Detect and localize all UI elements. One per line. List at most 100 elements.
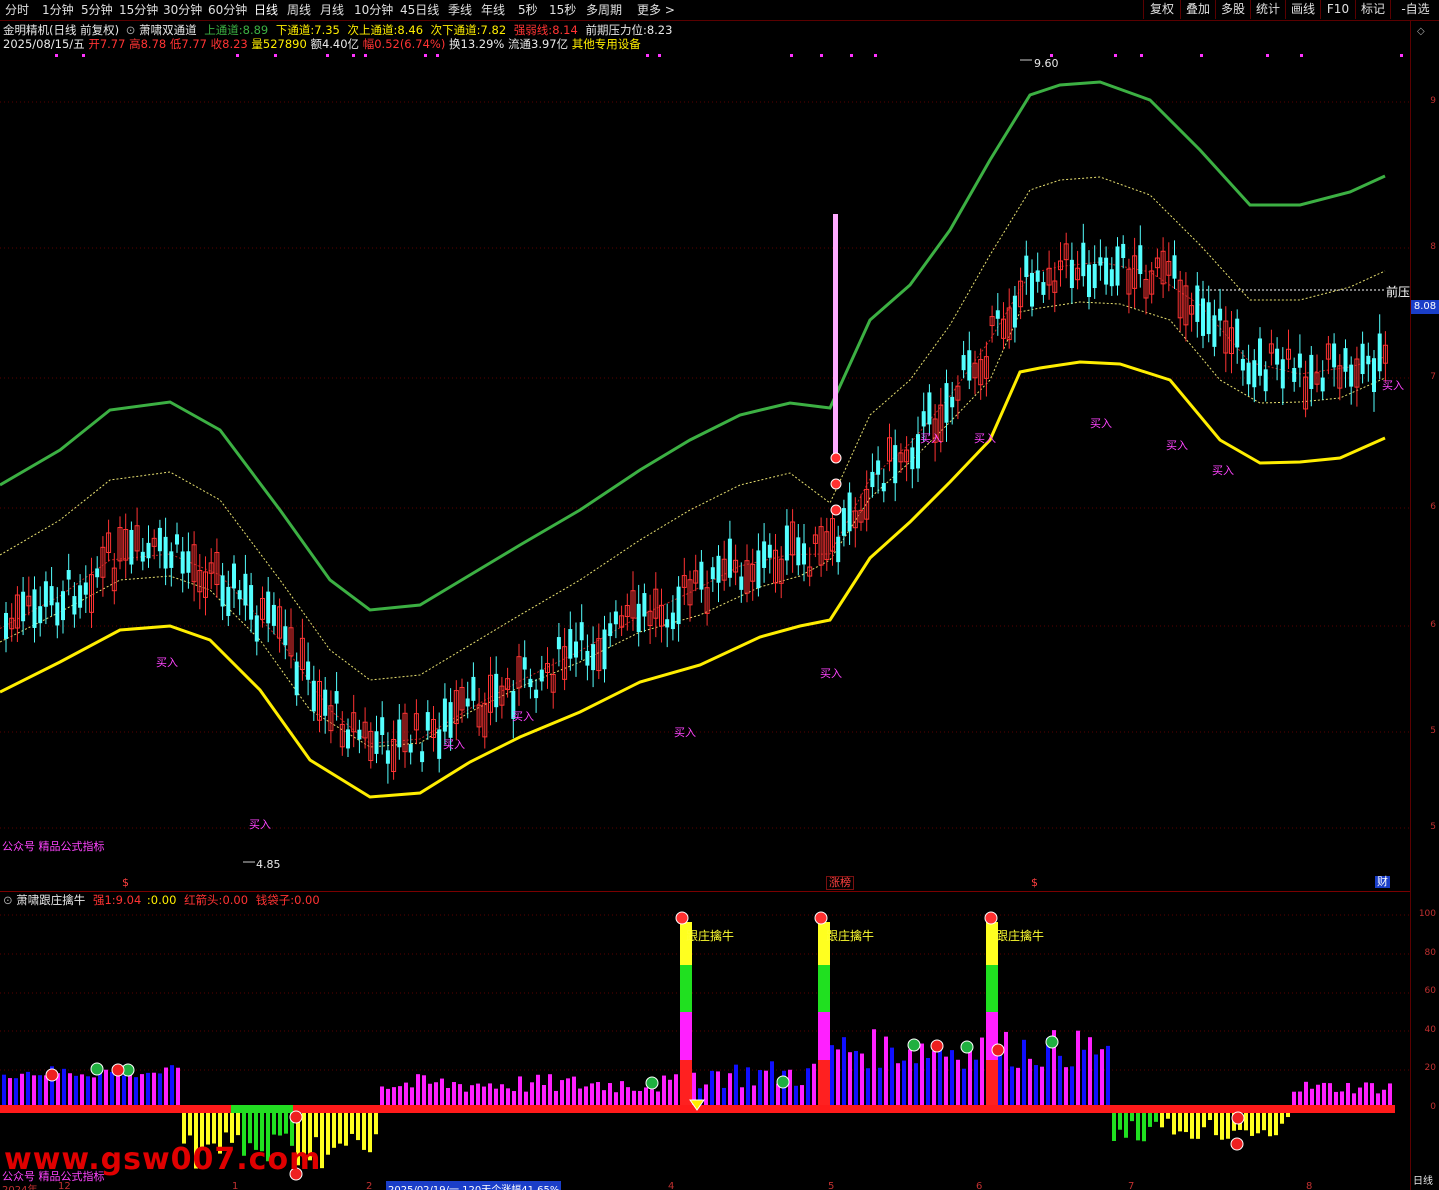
indicator-bar <box>1094 1054 1098 1109</box>
indicator-bar <box>944 1056 948 1109</box>
candle-body <box>950 396 955 408</box>
indicator-bar <box>1112 1109 1116 1141</box>
signal-bar <box>992 1060 998 1109</box>
indicator-bar <box>812 1063 816 1109</box>
low-price-mark: 4.85 <box>256 858 281 871</box>
indicator-bar <box>1196 1109 1200 1139</box>
candle-body <box>374 731 379 754</box>
pressure-tag: 前压 <box>1386 285 1411 299</box>
candle-body <box>556 637 561 650</box>
sub-lower-channel <box>0 301 1386 748</box>
indicator-bar <box>530 1082 534 1109</box>
candle-body <box>847 492 852 532</box>
buy-signal: 买入 <box>1212 464 1234 477</box>
signal-bar <box>986 965 992 1012</box>
candle-body <box>727 538 732 578</box>
indicator-bar <box>20 1073 24 1109</box>
indicator-bar <box>974 1059 978 1109</box>
indicator-bar <box>662 1075 666 1109</box>
candle-body <box>294 661 299 696</box>
candle-body <box>796 537 801 566</box>
indicator-bar <box>668 1079 672 1109</box>
diamond-icon[interactable]: ◇ <box>1417 26 1425 37</box>
candle-body <box>1235 318 1240 348</box>
candle-body <box>534 689 539 699</box>
event-marker-finance[interactable]: 财 <box>1375 876 1390 888</box>
candle-body <box>1360 343 1365 375</box>
indicator-bar <box>212 1109 216 1144</box>
candle-body <box>921 411 926 427</box>
candle-body <box>1280 359 1285 389</box>
indicator-bar <box>1250 1109 1254 1136</box>
signal-dot <box>364 54 367 57</box>
candle-body <box>1081 242 1086 277</box>
sub-settings-icon[interactable]: ⊙ <box>3 893 13 907</box>
indicator-bar <box>122 1075 126 1109</box>
sub-tick: 60 <box>1424 986 1436 996</box>
indicator-bar <box>764 1070 768 1109</box>
indicator-bar <box>1004 1031 1008 1109</box>
candle-body <box>579 622 584 641</box>
price-tick: 9 <box>1430 96 1436 106</box>
money-bag-label: 钱袋子: <box>255 893 295 907</box>
candle-body <box>163 536 168 569</box>
indicator-bar <box>338 1109 342 1144</box>
candle-body <box>357 729 362 740</box>
indicator-bar <box>422 1075 426 1109</box>
indicator-bar <box>968 1043 972 1109</box>
indicator-bar <box>182 1109 186 1144</box>
period-label: 日线 <box>1413 1176 1433 1187</box>
indicator-bar <box>206 1109 210 1145</box>
candle-body <box>910 447 915 470</box>
indicator-bar <box>26 1071 30 1109</box>
strength-line <box>0 261 1386 745</box>
candle-body <box>1041 282 1046 295</box>
candle-body <box>66 570 71 580</box>
indicator-bar <box>842 1037 846 1109</box>
candle-body <box>1172 255 1177 279</box>
indicator-bar <box>920 1043 924 1109</box>
candle-body <box>408 744 413 753</box>
candle-body <box>311 680 316 712</box>
indicator-bar <box>110 1071 114 1109</box>
pane-separator[interactable] <box>0 891 1410 892</box>
event-marker-limitup[interactable]: 涨榜 <box>826 876 854 890</box>
indicator-bar <box>1064 1067 1068 1109</box>
time-label: 8 <box>1306 1181 1313 1190</box>
candle-body <box>1087 264 1091 298</box>
blank-value: 0.00 <box>150 893 177 907</box>
candle-body <box>876 460 881 475</box>
indicator-bar <box>896 1063 900 1109</box>
kline-chart-canvas[interactable] <box>0 0 1410 1190</box>
price-axis[interactable]: ◇ 9 8 7 6 6 5 5 100 80 60 40 20 0 日线 <box>1410 20 1439 1190</box>
candle-body <box>1332 343 1337 368</box>
sub-tick: 40 <box>1424 1025 1436 1035</box>
signal-dot <box>436 54 439 57</box>
buy-signal: 买入 <box>156 656 178 669</box>
indicator-bar <box>134 1077 138 1109</box>
signal-bar <box>818 965 824 1012</box>
price-tick: 5 <box>1430 726 1436 736</box>
candle-body <box>1246 362 1251 385</box>
sub-indicator-name: 萧啸跟庄擒牛 <box>16 893 86 907</box>
candle-body <box>613 611 618 625</box>
candle-body <box>43 581 48 607</box>
sub-tick: 80 <box>1424 948 1436 958</box>
current-price-tag: 8.08 <box>1411 300 1439 314</box>
indicator-bar <box>674 1074 678 1109</box>
price-tick: 6 <box>1430 620 1436 630</box>
event-marker-dollar[interactable]: $ <box>122 876 129 889</box>
signal-bar <box>986 1060 992 1109</box>
indicator-bar <box>440 1078 444 1109</box>
candle-body <box>574 641 578 658</box>
strength1-label: 强1: <box>92 893 116 907</box>
candle-body <box>608 623 613 637</box>
candle-body <box>1069 259 1074 288</box>
indicator-bar <box>1082 1049 1086 1109</box>
time-label: 4 <box>668 1181 675 1190</box>
event-marker-dollar[interactable]: $ <box>1031 876 1038 889</box>
candle-body <box>710 567 715 580</box>
candle-body <box>1104 257 1109 285</box>
indicator-bar <box>176 1067 180 1109</box>
indicator-bar <box>1304 1081 1308 1109</box>
